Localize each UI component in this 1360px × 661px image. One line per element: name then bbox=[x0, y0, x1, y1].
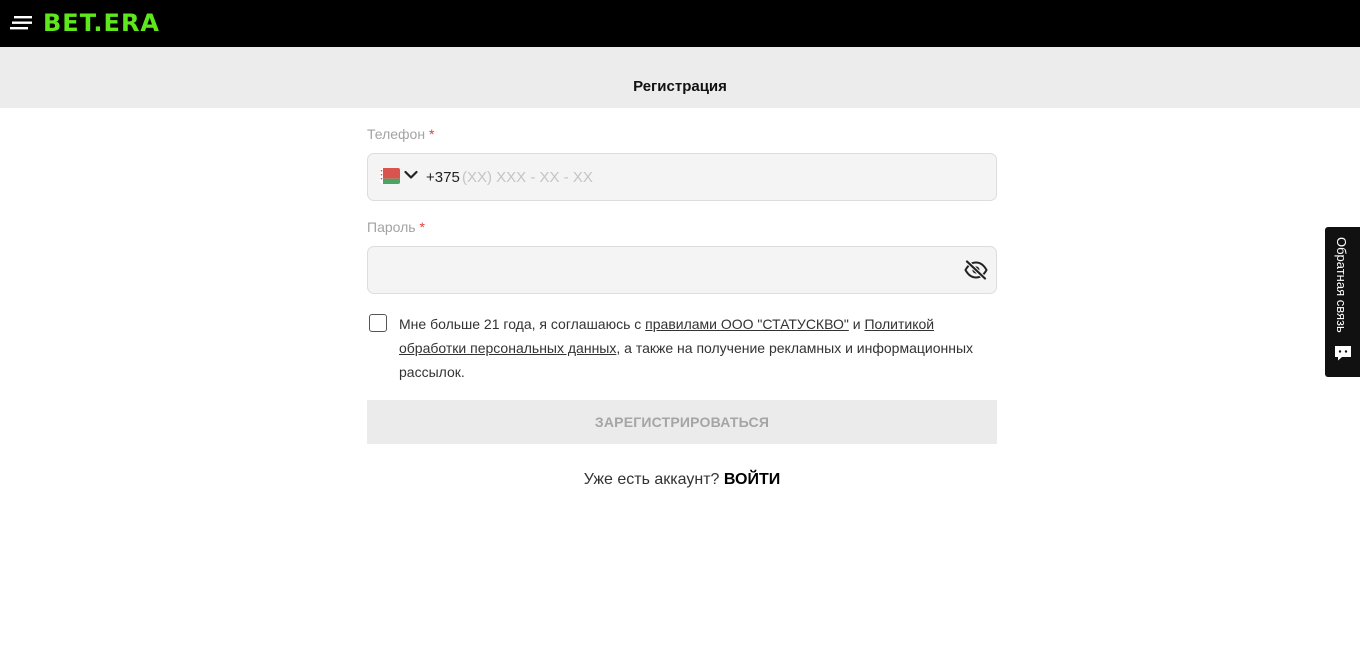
logo-tail: ERA bbox=[103, 9, 160, 37]
password-label-text: Пароль bbox=[367, 219, 416, 235]
phone-required-mark: * bbox=[428, 126, 435, 142]
phone-field[interactable]: +375 bbox=[367, 153, 997, 201]
login-link[interactable]: ВОЙТИ bbox=[724, 471, 780, 488]
logo[interactable]: BET.ERA bbox=[43, 7, 160, 39]
password-required-mark: * bbox=[419, 219, 425, 235]
title-band: Регистрация bbox=[0, 47, 1360, 108]
chat-icon bbox=[1335, 346, 1351, 361]
top-bar: BET.ERA bbox=[0, 0, 1360, 47]
phone-input[interactable] bbox=[462, 162, 962, 192]
login-prompt: Уже есть аккаунт? bbox=[583, 471, 720, 488]
consent-text-middle: и bbox=[848, 316, 865, 332]
password-input[interactable] bbox=[382, 255, 942, 285]
eye-off-icon[interactable] bbox=[964, 260, 988, 280]
chevron-down-icon[interactable] bbox=[404, 170, 418, 180]
rules-link[interactable]: правилами ООО "СТАТУСКВО" bbox=[645, 316, 849, 332]
register-button[interactable]: ЗАРЕГИСТРИРОВАТЬСЯ bbox=[367, 400, 997, 444]
feedback-tab[interactable]: Обратная связь bbox=[1325, 227, 1360, 377]
password-field[interactable] bbox=[367, 246, 997, 294]
belarus-flag-icon[interactable] bbox=[380, 168, 400, 184]
page-title: Регистрация bbox=[633, 78, 727, 95]
logo-dot: . bbox=[93, 9, 104, 37]
password-label: Пароль * bbox=[367, 219, 425, 235]
feedback-label: Обратная связь bbox=[1334, 237, 1349, 333]
menu-icon[interactable] bbox=[10, 16, 32, 30]
phone-label-text: Телефон bbox=[367, 126, 426, 142]
country-code: +375 bbox=[426, 169, 460, 186]
consent-checkbox[interactable] bbox=[369, 314, 387, 332]
consent-text: Мне больше 21 года, я соглашаюсь с прави… bbox=[399, 312, 989, 384]
login-prompt-line: Уже есть аккаунт? ВОЙТИ bbox=[367, 471, 997, 489]
consent-text-before: Мне больше 21 года, я соглашаюсь с bbox=[399, 316, 646, 332]
phone-label: Телефон * bbox=[367, 126, 434, 142]
logo-main: BET bbox=[43, 9, 94, 37]
